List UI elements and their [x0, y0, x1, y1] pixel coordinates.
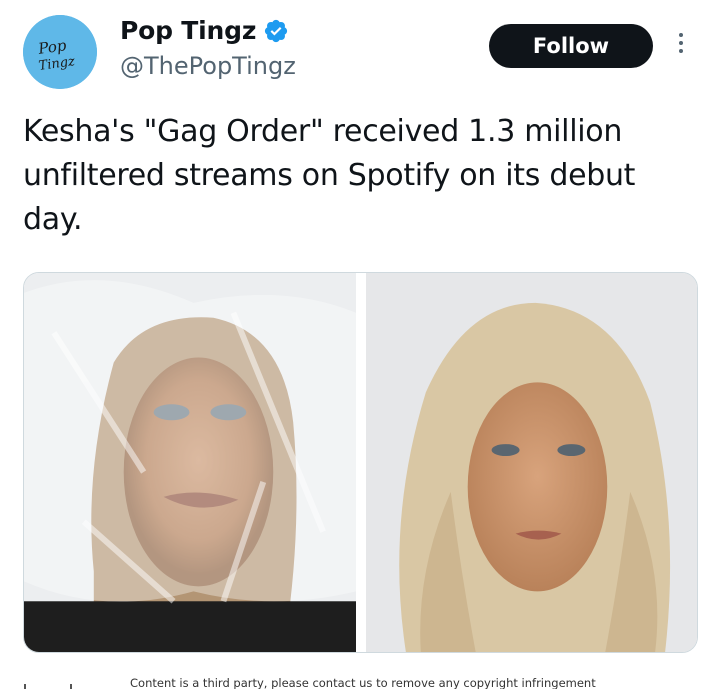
display-name[interactable]: Pop Tingz: [120, 16, 256, 45]
divider-mark: [24, 684, 26, 689]
portrait-image: [366, 273, 697, 652]
avatar[interactable]: Pop Tingz: [23, 15, 97, 89]
plastic-wrap-portrait-image: [24, 273, 356, 652]
photo-plastic-wrap[interactable]: [24, 273, 356, 652]
copyright-caption: Content is a third party, please contact…: [130, 676, 596, 689]
photo-portrait[interactable]: [366, 273, 697, 652]
author-handle[interactable]: @ThePopTingz: [120, 52, 296, 80]
verified-badge-icon: [265, 19, 288, 42]
tweet-text: Kesha's "Gag Order" received 1.3 million…: [23, 114, 636, 237]
divider-mark: [70, 684, 72, 689]
author-name-row[interactable]: Pop Tingz: [120, 16, 289, 45]
media-grid: [23, 272, 698, 653]
more-vertical-icon[interactable]: [673, 30, 689, 60]
follow-button[interactable]: Follow: [489, 24, 653, 68]
pop-tingz-logo: Pop Tingz: [23, 15, 97, 89]
